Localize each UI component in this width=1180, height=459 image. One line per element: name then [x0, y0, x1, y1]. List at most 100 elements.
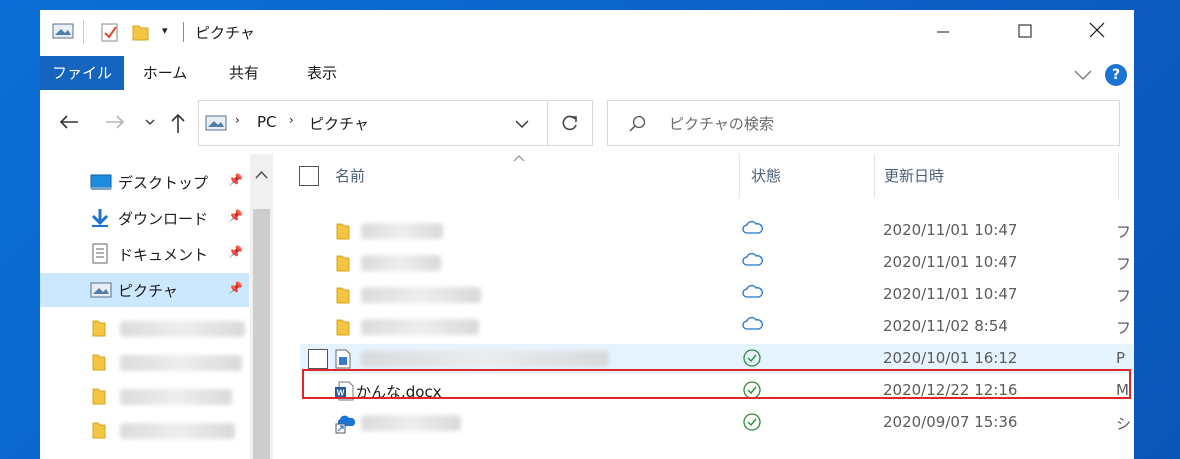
chevron-right-icon: ›: [235, 113, 240, 127]
address-bar[interactable]: › PC › ピクチャ: [198, 100, 548, 146]
list-item[interactable]: 2020/11/01 10:47: [300, 248, 1134, 278]
redacted-name: [361, 287, 481, 303]
picture-folder-icon[interactable]: [52, 22, 74, 40]
synced-check-icon: [743, 413, 761, 431]
tab-file[interactable]: ファイル: [40, 56, 124, 90]
modified-date: 2020/10/01 16:12: [883, 349, 1018, 367]
properties-icon[interactable]: [100, 22, 120, 42]
pin-icon[interactable]: 📌: [228, 281, 243, 295]
tab-share[interactable]: 共有: [218, 56, 270, 90]
forward-arrow-icon[interactable]: [104, 114, 126, 130]
chevron-down-icon[interactable]: [515, 119, 529, 129]
search-placeholder: ピクチャの検索: [669, 115, 774, 133]
column-divider[interactable]: [739, 154, 740, 198]
type-column-cut: フ: [1116, 223, 1132, 241]
synced-check-icon: [743, 349, 761, 367]
maximize-button[interactable]: [1002, 18, 1048, 48]
type-column-cut: フ: [1116, 319, 1132, 337]
folder-icon: [92, 422, 106, 439]
nav-item-folder[interactable]: [40, 346, 249, 380]
column-divider[interactable]: [874, 154, 875, 198]
navigation-pane: デスクトップ 📌 ダウンロード 📌 ドキュメント 📌 ピクチャ 📌: [40, 154, 273, 459]
nav-item-folder[interactable]: [40, 312, 249, 346]
refresh-icon: [562, 115, 577, 131]
modified-date: 2020/09/07 15:36: [883, 413, 1018, 431]
column-divider[interactable]: [1118, 154, 1119, 198]
close-button[interactable]: [1074, 18, 1120, 48]
type-column-cut: フ: [1116, 287, 1132, 305]
maximize-icon: [1018, 24, 1032, 38]
pin-icon[interactable]: 📌: [228, 173, 243, 187]
customize-toolbar-icon[interactable]: ▾: [162, 24, 168, 37]
documents-icon: [92, 243, 108, 264]
modified-date: 2020/11/01 10:47: [883, 221, 1018, 239]
list-item[interactable]: 2020/11/01 10:47: [300, 216, 1134, 246]
new-folder-icon[interactable]: [132, 22, 150, 42]
select-all-checkbox[interactable]: [299, 166, 319, 186]
nav-label: ドキュメント: [118, 246, 209, 264]
redacted-name: [120, 389, 232, 405]
search-icon: [629, 115, 646, 132]
close-icon: [1089, 22, 1105, 38]
pictures-icon: [90, 282, 112, 298]
nav-label: ダウンロード: [118, 210, 209, 228]
recent-locations-icon[interactable]: [144, 118, 156, 128]
desktop-icon: [90, 174, 112, 190]
refresh-button[interactable]: [547, 100, 593, 146]
file-list: 名前 状態 更新日時 2020/11/01 10:47 2020/11/01 1…: [273, 154, 1134, 459]
nav-item-folder[interactable]: [40, 414, 249, 448]
tab-view[interactable]: 表示: [296, 56, 348, 90]
redacted-name: [120, 355, 242, 371]
modified-date: 2020/11/01 10:47: [883, 253, 1018, 271]
modified-date: 2020/11/02 8:54: [883, 317, 1008, 335]
separator: [183, 22, 184, 42]
redacted-name: [361, 223, 443, 239]
type-column-cut: フ: [1116, 255, 1132, 273]
nav-item-pictures[interactable]: ピクチャ 📌: [40, 273, 249, 307]
expand-ribbon-icon[interactable]: [1073, 68, 1093, 82]
ribbon-tabs: ファイル ホーム 共有 表示: [40, 56, 1134, 90]
back-arrow-icon[interactable]: [58, 114, 80, 130]
cloud-icon: [742, 284, 763, 298]
scroll-up-icon[interactable]: [255, 170, 268, 179]
cloud-icon: [742, 220, 763, 234]
sort-ascending-icon: [513, 155, 525, 162]
breadcrumb-pictures[interactable]: ピクチャ: [309, 113, 369, 134]
up-arrow-icon[interactable]: [170, 112, 186, 134]
explorer-window: ▾ ピクチャ ファイル ホーム 共有 表示 ? › PC › ピクチャ ピクチャ…: [40, 10, 1134, 459]
folder-icon: [92, 320, 106, 337]
nav-scrollbar[interactable]: [250, 154, 273, 459]
tab-home[interactable]: ホーム: [136, 56, 194, 90]
nav-item-desktop[interactable]: デスクトップ 📌: [40, 165, 249, 199]
column-header-modified[interactable]: 更新日時: [884, 154, 944, 198]
pictures-icon: [205, 115, 227, 131]
pin-icon[interactable]: 📌: [228, 209, 243, 223]
minimize-button[interactable]: [920, 18, 966, 48]
window-title: ピクチャ: [195, 24, 255, 42]
search-box[interactable]: ピクチャの検索: [607, 100, 1120, 146]
type-column-cut: シ: [1116, 415, 1132, 433]
folder-icon: [92, 388, 106, 405]
breadcrumb-pc[interactable]: PC: [257, 113, 277, 131]
redacted-name: [361, 319, 479, 335]
type-column-cut: P: [1116, 349, 1126, 367]
redacted-name: [361, 415, 461, 431]
image-file-icon: [335, 349, 351, 369]
list-item[interactable]: 2020/09/07 15:36: [300, 408, 1134, 438]
download-icon: [91, 209, 109, 227]
separator: [83, 20, 84, 44]
chevron-right-icon: ›: [289, 113, 294, 127]
nav-item-downloads[interactable]: ダウンロード 📌: [40, 201, 249, 235]
nav-item-documents[interactable]: ドキュメント 📌: [40, 237, 249, 271]
scrollbar-thumb[interactable]: [253, 209, 270, 459]
column-header-name[interactable]: 名前: [335, 154, 365, 198]
redacted-name: [361, 351, 609, 367]
folder-icon: [336, 223, 350, 240]
row-checkbox[interactable]: [308, 349, 328, 369]
pin-icon[interactable]: 📌: [228, 245, 243, 259]
column-header-status[interactable]: 状態: [751, 154, 781, 198]
list-item[interactable]: 2020/11/02 8:54: [300, 312, 1134, 342]
list-item[interactable]: 2020/11/01 10:47: [300, 280, 1134, 310]
help-button[interactable]: ?: [1105, 64, 1127, 86]
nav-item-folder[interactable]: [40, 380, 249, 414]
